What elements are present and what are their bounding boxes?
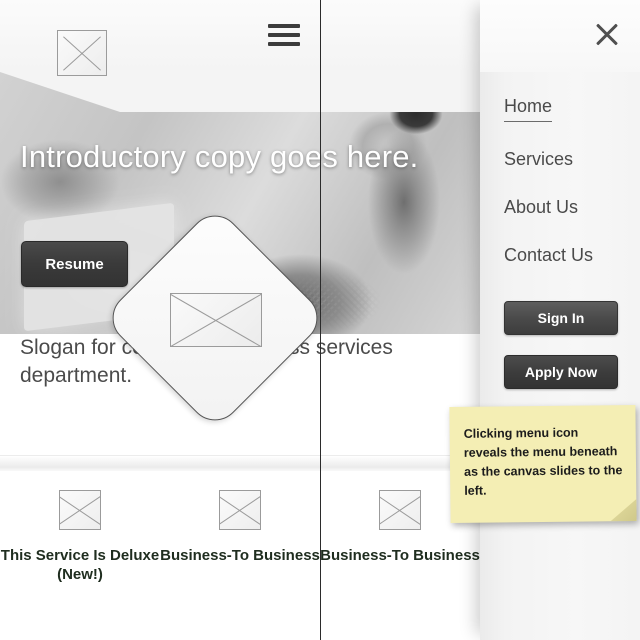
- hero-title: Introductory copy goes here.: [20, 139, 419, 174]
- sign-in-button[interactable]: Sign In: [504, 301, 618, 335]
- apply-now-button[interactable]: Apply Now: [504, 355, 618, 389]
- header-notch: [0, 72, 480, 112]
- sticky-note-annotation: Clicking menu icon reveals the menu bene…: [449, 405, 637, 523]
- service-label-2: Business-To Business: [160, 547, 320, 564]
- services-row: This Service Is Deluxe (New!) Business-T…: [0, 471, 480, 640]
- feature-diamond: [101, 204, 329, 432]
- service-label-1: This Service Is Deluxe (New!): [0, 547, 160, 583]
- menu-item-about-us[interactable]: About Us: [504, 197, 578, 218]
- hamburger-bar: [268, 24, 300, 28]
- hamburger-bar: [268, 42, 300, 46]
- slide-out-menu-panel: Home Services About Us Contact Us Sign I…: [480, 0, 640, 640]
- canvas-slide-seam: [320, 0, 321, 640]
- image-placeholder-icon: [170, 293, 262, 347]
- hamburger-menu-icon[interactable]: [268, 24, 300, 46]
- service-label-3: Business-To Business: [320, 547, 480, 564]
- sticky-note-text: Clicking menu icon reveals the menu bene…: [463, 425, 623, 498]
- menu-item-services[interactable]: Services: [504, 149, 573, 170]
- canvas-main: Introductory copy goes here. Resume Slog…: [0, 0, 480, 640]
- hamburger-bar: [268, 33, 300, 37]
- logo-placeholder-icon[interactable]: [57, 30, 107, 76]
- menu-item-home[interactable]: Home: [504, 96, 553, 122]
- image-placeholder-icon: [379, 490, 421, 530]
- app-canvas: Introductory copy goes here. Resume Slog…: [0, 0, 640, 640]
- menu-nav-list: Home Services About Us Contact Us: [504, 96, 634, 293]
- image-placeholder-icon: [59, 490, 101, 530]
- service-item-2[interactable]: Business-To Business: [160, 471, 320, 640]
- image-placeholder-icon: [219, 490, 261, 530]
- resume-button[interactable]: Resume: [21, 241, 128, 287]
- close-icon[interactable]: [593, 20, 621, 48]
- menu-item-contact-us[interactable]: Contact Us: [504, 245, 593, 266]
- service-item-1[interactable]: This Service Is Deluxe (New!): [0, 471, 160, 640]
